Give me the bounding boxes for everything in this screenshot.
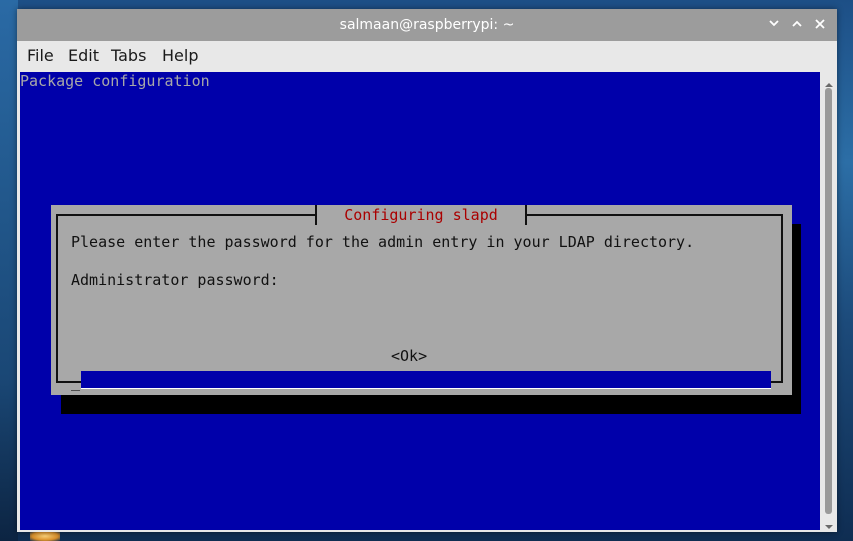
desktop-background bbox=[0, 0, 18, 541]
close-icon[interactable] bbox=[810, 15, 830, 35]
ok-button[interactable]: <Ok> bbox=[391, 347, 427, 365]
menu-tabs[interactable]: Tabs bbox=[111, 47, 146, 65]
window-title: salmaan@raspberrypi: ~ bbox=[339, 17, 515, 33]
terminal-window: salmaan@raspberrypi: ~ File Edit Tabs He… bbox=[17, 9, 837, 532]
menu-edit[interactable]: Edit bbox=[68, 47, 99, 65]
terminal-screen[interactable]: Package configuration Configuring slapd … bbox=[20, 72, 820, 530]
minimize-icon[interactable] bbox=[764, 15, 784, 35]
dialog-title-box: Configuring slapd bbox=[315, 205, 527, 225]
menu-bar: File Edit Tabs Help bbox=[17, 41, 837, 71]
administrator-password-field[interactable] bbox=[81, 371, 771, 389]
title-bar[interactable]: salmaan@raspberrypi: ~ bbox=[17, 9, 837, 41]
scroll-down-arrow-icon[interactable] bbox=[823, 517, 835, 529]
scroll-up-arrow-icon[interactable] bbox=[823, 75, 835, 87]
menu-help[interactable]: Help bbox=[162, 47, 198, 65]
scrollbar[interactable] bbox=[823, 72, 835, 530]
maximize-icon[interactable] bbox=[787, 15, 807, 35]
menu-file[interactable]: File bbox=[27, 47, 54, 65]
password-label: Administrator password: bbox=[71, 271, 279, 289]
dialog-title: Configuring slapd bbox=[344, 206, 498, 224]
configuring-slapd-dialog: Configuring slapd Please enter the passw… bbox=[51, 205, 792, 395]
dialog-prompt: Please enter the password for the admin … bbox=[71, 233, 695, 251]
scroll-thumb[interactable] bbox=[825, 88, 832, 514]
package-configuration-header: Package configuration bbox=[20, 72, 210, 90]
input-cursor: _ bbox=[71, 373, 81, 391]
desktop-light bbox=[30, 531, 60, 541]
